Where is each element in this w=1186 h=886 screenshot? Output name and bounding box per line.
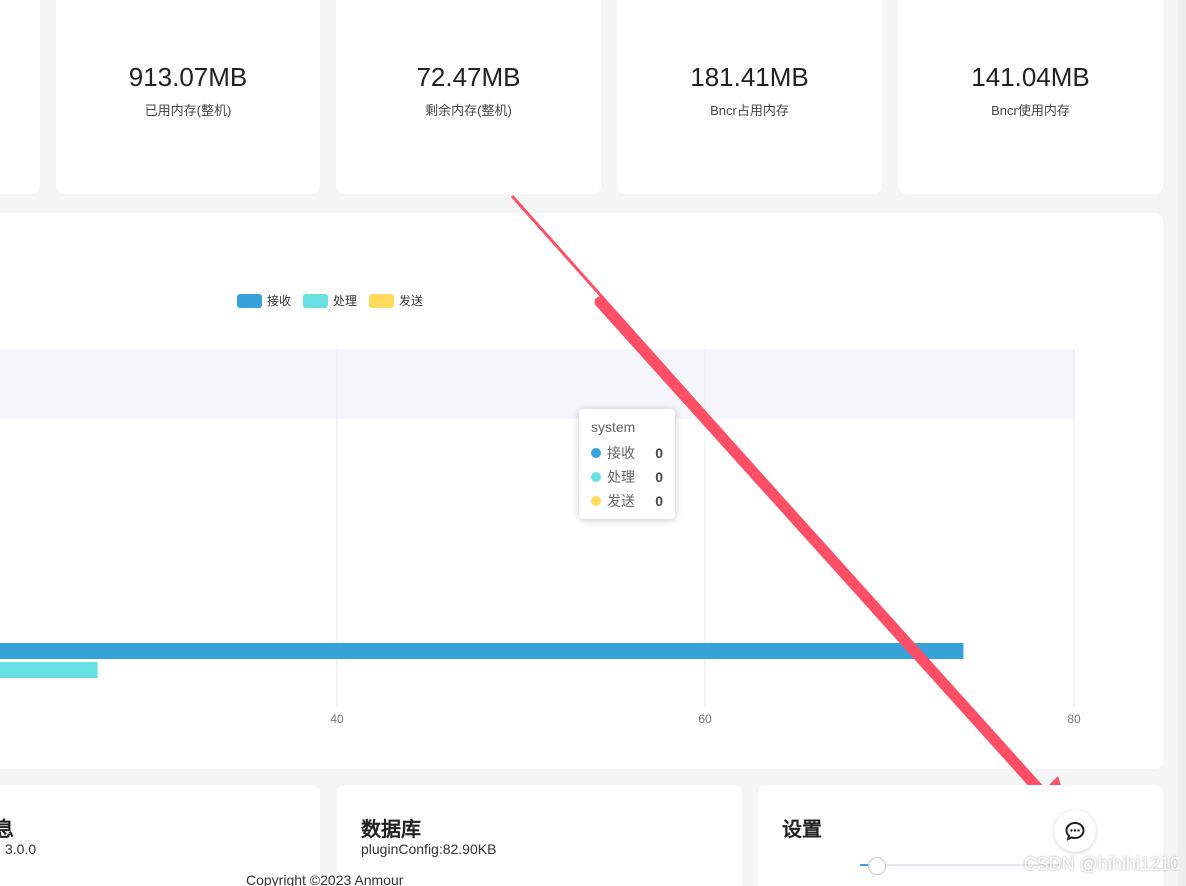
- x-tick-label: 80: [1067, 712, 1081, 726]
- tooltip-row: 处理 0: [591, 465, 663, 489]
- database-card: 数据库 pluginConfig:82.90KB: [337, 785, 742, 886]
- info-card: 息 3.0.0: [0, 785, 320, 886]
- watermark-text: CSDN @hihihi1210: [1023, 854, 1180, 874]
- settings-slider-knob[interactable]: [868, 857, 886, 875]
- tooltip-dot: [591, 448, 601, 458]
- plugin-config-size: pluginConfig:82.90KB: [361, 841, 497, 857]
- tooltip-title: system: [591, 419, 636, 435]
- card-title: 息: [0, 819, 14, 841]
- scrollbar-track[interactable]: [1178, 0, 1186, 886]
- x-tick-label: 40: [330, 712, 344, 726]
- tooltip-series-value: 0: [655, 445, 663, 461]
- hover-band: [0, 349, 1074, 419]
- tooltip-row: 发送 0: [591, 489, 663, 513]
- tooltip-dot: [591, 472, 601, 482]
- card-title: 设置: [782, 819, 822, 841]
- version-text: 3.0.0: [5, 841, 37, 857]
- chart-tooltip: system 接收 0 处理 0 发送 0: [579, 409, 675, 519]
- copyright-text: Copyright ©2023 Anmour: [246, 872, 404, 886]
- x-tick-label: 60: [698, 712, 712, 726]
- tooltip-row: 接收 0: [591, 441, 663, 465]
- card-title: 数据库: [361, 819, 421, 841]
- tooltip-series-name: 发送: [607, 493, 635, 509]
- chat-icon: [1065, 821, 1085, 841]
- tooltip-series-value: 0: [655, 493, 663, 509]
- bar-receive: [0, 643, 964, 659]
- tooltip-series-value: 0: [655, 469, 663, 485]
- bar-process: [0, 662, 98, 678]
- tooltip-series-name: 处理: [607, 469, 635, 485]
- tooltip-series-name: 接收: [607, 445, 635, 461]
- chat-button[interactable]: [1054, 810, 1096, 852]
- tooltip-dot: [591, 496, 601, 506]
